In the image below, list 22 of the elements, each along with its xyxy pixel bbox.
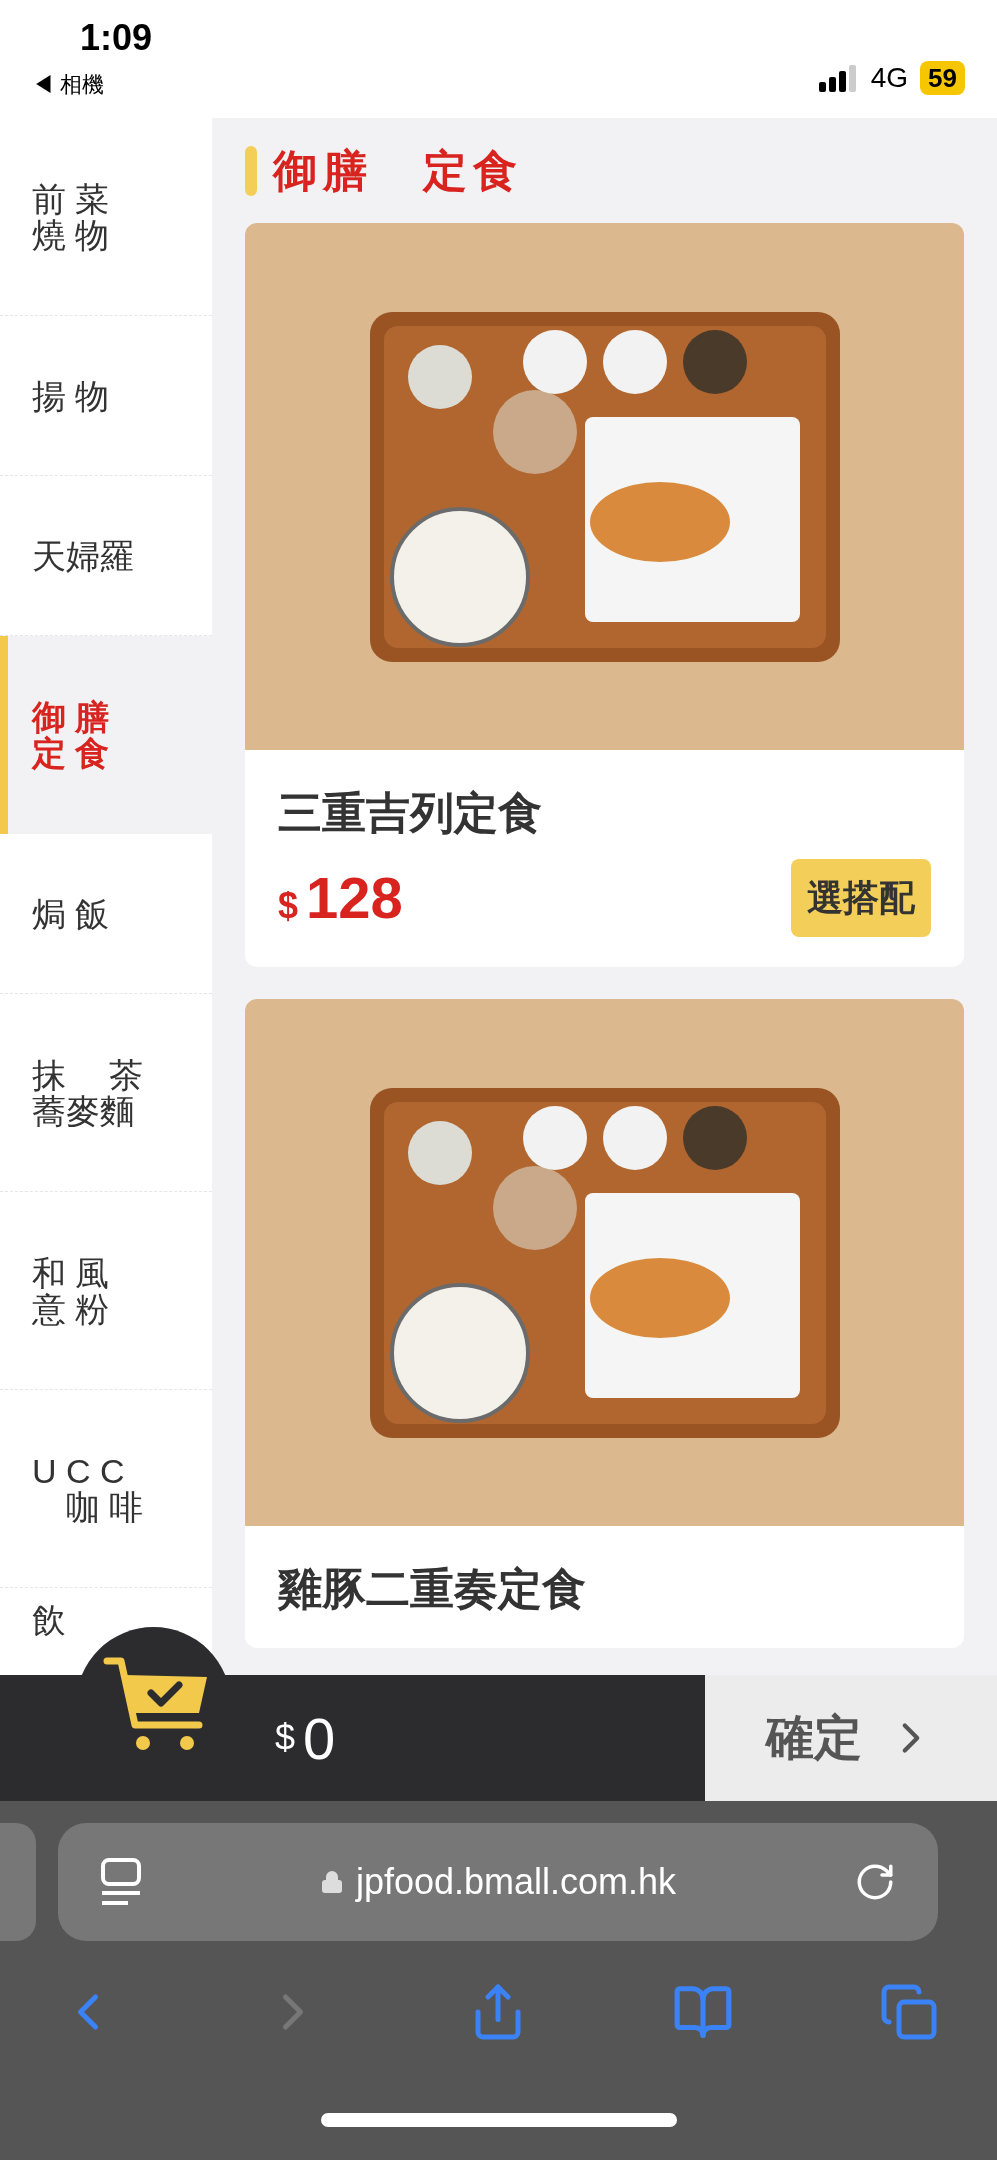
status-time: 1:09 [80,20,153,56]
network-label: 4G [870,61,909,95]
previous-tab-field[interactable] [0,1823,36,1941]
product-name: 雞豚二重奏定食 [278,1563,587,1615]
section-marker [245,145,257,196]
category-item[interactable]: 御 膳 定 食 [0,636,212,834]
battery-indicator: 59 [920,61,965,95]
choose-combo-button[interactable]: 選搭配 [791,858,931,937]
total-currency: $ [275,1716,296,1760]
currency-symbol: $ [278,884,299,928]
cart-total: 0 [303,1704,336,1773]
confirm-button[interactable]: 確定 [705,1675,997,1801]
url-text: jpfood.bmall.com.hk [355,1860,677,1904]
page-menu-icon [100,1857,142,1907]
signal-icon [818,64,859,92]
product-price: 128 [306,864,403,932]
back-to-app-link[interactable]: ◀ 相機 [32,68,153,101]
address-bar[interactable]: jpfood.bmall.com.hk [58,1823,938,1941]
lock-icon [319,1870,344,1894]
product-name: 三重吉列定食 [278,787,543,839]
tabs-icon[interactable] [879,1982,939,2042]
section-title: 御膳 定食 [273,144,523,197]
